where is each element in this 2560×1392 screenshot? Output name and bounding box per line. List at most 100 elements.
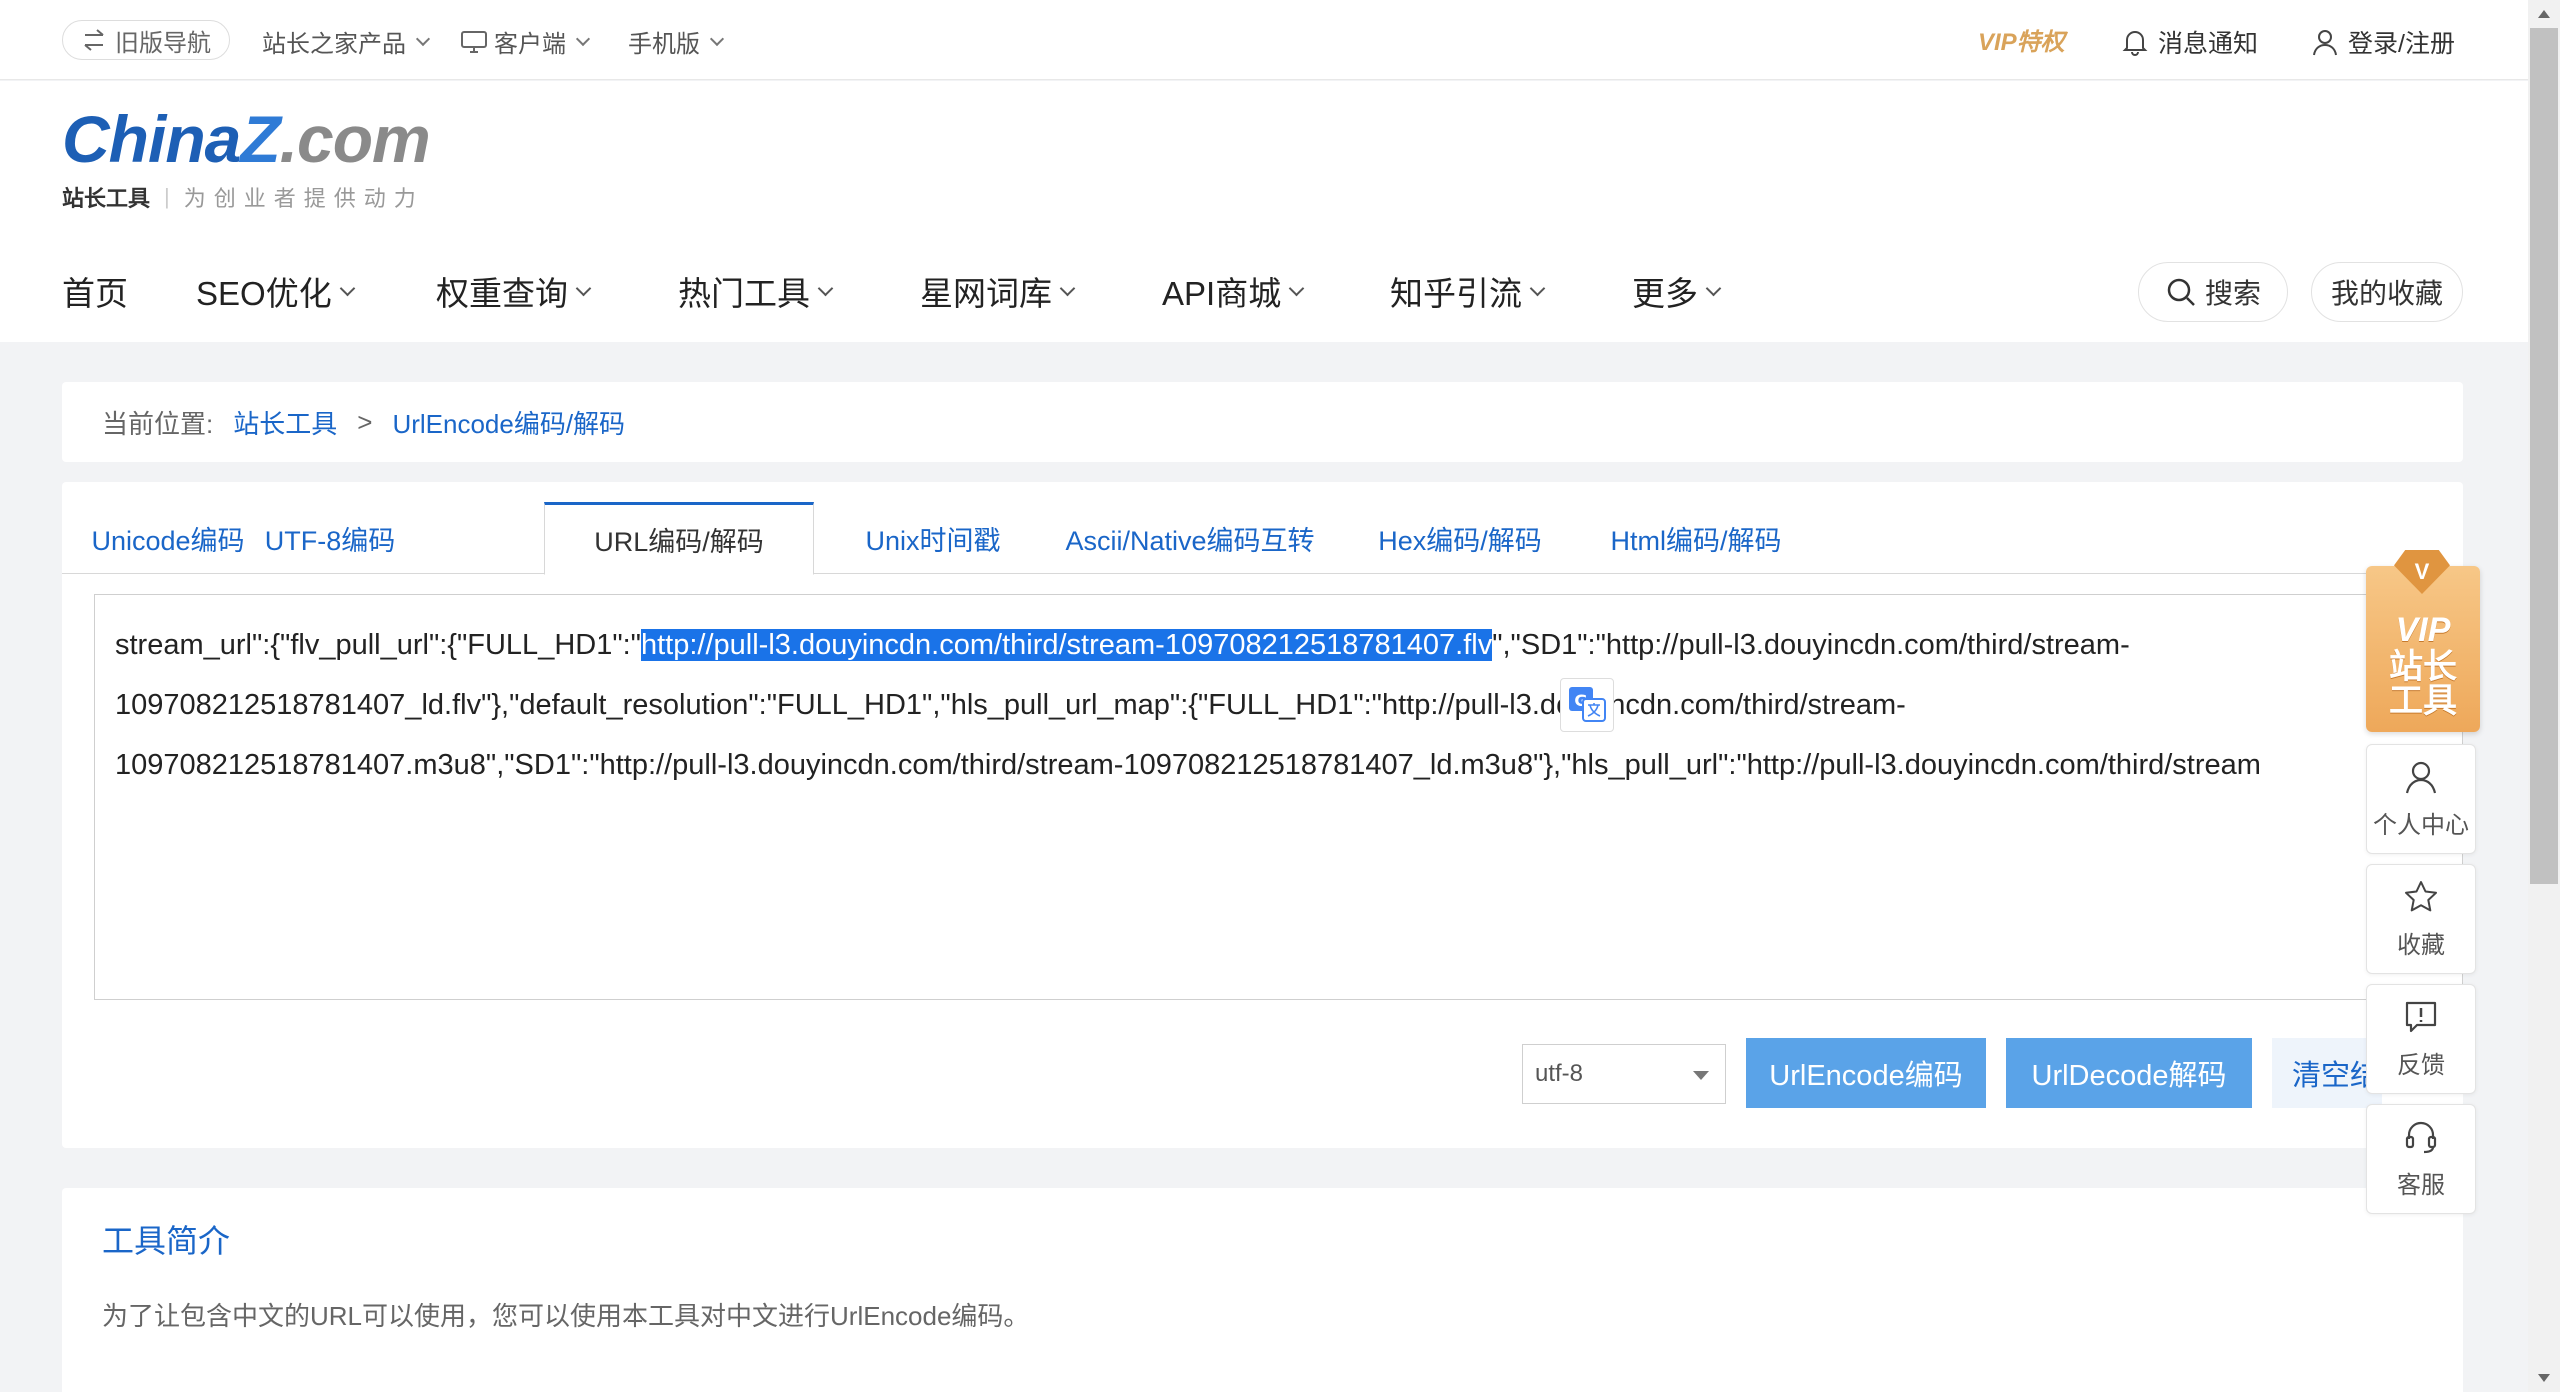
nav-label: 首页 xyxy=(62,275,128,312)
chevron-down-icon xyxy=(575,280,592,296)
chevron-down-icon xyxy=(1529,280,1546,296)
swap-icon xyxy=(84,29,104,51)
nav-item-seo[interactable]: SEO优化 xyxy=(196,267,355,315)
chevron-down-icon xyxy=(575,31,591,46)
chevron-down-icon xyxy=(1288,280,1305,296)
nav-label: 更多 xyxy=(1632,275,1698,312)
selected-text: http://pull-l3.douyincdn.com/third/strea… xyxy=(640,629,1493,661)
products-label: 站长之家产品 xyxy=(262,31,406,58)
nav-item-api[interactable]: API商城 xyxy=(1162,267,1305,315)
star-icon xyxy=(2405,880,2437,911)
side-label: 反馈 xyxy=(2397,1051,2445,1079)
breadcrumb-label: 当前位置: xyxy=(102,408,214,439)
side-customer-service[interactable]: 客服 xyxy=(2366,1104,2476,1214)
nav-label: 权重查询 xyxy=(436,275,568,312)
search-label: 搜索 xyxy=(2204,278,2261,309)
side-label: 客服 xyxy=(2397,1171,2445,1199)
breadcrumb-home-link[interactable]: 站长工具 xyxy=(233,404,337,441)
favorites-label: 我的收藏 xyxy=(2330,278,2443,309)
chevron-down-icon xyxy=(415,31,431,46)
translate-icon[interactable]: G xyxy=(1560,678,1614,732)
vip-float-subtitle: 站长工具 xyxy=(2389,648,2457,720)
tab-html[interactable]: Html编码/解码 xyxy=(1580,502,1812,574)
bell-icon xyxy=(2122,31,2148,56)
tab-ascii-native[interactable]: Ascii/Native编码互转 xyxy=(1040,502,1340,574)
search-icon xyxy=(2167,278,2195,306)
tool-tabs: Unicode编码 UTF-8编码 URL编码/解码 Unix时间戳 Ascii… xyxy=(62,502,2463,575)
notify-label: 消息通知 xyxy=(2158,30,2259,58)
notify-link[interactable]: 消息通知 xyxy=(2122,24,2258,60)
products-menu[interactable]: 站长之家产品 xyxy=(262,24,431,59)
nav-item-home[interactable]: 首页 xyxy=(62,267,128,315)
input-text: stream_url":{"flv_pull_url":{"FULL_HD1":… xyxy=(115,629,641,661)
scroll-up-icon[interactable] xyxy=(2538,10,2550,18)
chevron-down-icon xyxy=(339,280,355,296)
search-button[interactable]: 搜索 xyxy=(2138,262,2288,322)
page-scrollbar[interactable] xyxy=(2528,0,2560,1392)
tab-unix-time[interactable]: Unix时间戳 xyxy=(840,502,1026,574)
client-label: 客户端 xyxy=(494,31,566,58)
breadcrumb-current-link[interactable]: UrlEncode编码/解码 xyxy=(392,404,625,441)
side-feedback[interactable]: 反馈 xyxy=(2366,984,2476,1094)
chevron-down-icon xyxy=(1705,280,1722,296)
login-label: 登录/注册 xyxy=(2348,30,2455,58)
vip-float-title: VIP xyxy=(2395,611,2451,649)
logo-text: China xyxy=(62,102,241,176)
side-favorite[interactable]: 收藏 xyxy=(2366,864,2476,974)
client-menu[interactable]: 客户端 xyxy=(460,24,591,59)
input-line-1: stream_url":{"flv_pull_url":{"FULL_HD1":… xyxy=(115,615,2442,675)
headset-icon xyxy=(2405,1121,2437,1153)
caret-down-icon xyxy=(1693,1071,1709,1080)
charset-select[interactable]: utf-8 xyxy=(1522,1044,1726,1104)
nav-item-weight[interactable]: 权重查询 xyxy=(436,267,592,315)
scroll-down-icon[interactable] xyxy=(2538,1374,2550,1382)
breadcrumb-separator: > xyxy=(357,406,373,437)
user-icon xyxy=(2313,30,2337,56)
user-icon xyxy=(2405,761,2437,793)
urldecode-button[interactable]: UrlDecode解码 xyxy=(2006,1038,2252,1108)
url-input-textarea[interactable]: stream_url":{"flv_pull_url":{"FULL_HD1":… xyxy=(94,594,2463,1000)
nav-label: 星网词库 xyxy=(920,275,1052,312)
chevron-down-icon xyxy=(817,280,834,296)
monitor-icon xyxy=(461,30,487,53)
old-nav-button[interactable]: 旧版导航 xyxy=(62,20,230,60)
nav-item-more[interactable]: 更多 xyxy=(1632,267,1722,315)
nav-item-hot-tools[interactable]: 热门工具 xyxy=(678,267,834,315)
nav-item-keywords[interactable]: 星网词库 xyxy=(920,267,1076,315)
vip-link[interactable]: VIP特权 xyxy=(1978,22,2065,57)
google-translate-icon: G xyxy=(1569,687,1606,722)
chevron-down-icon xyxy=(709,31,725,46)
logo-subtitle: 站长工具 xyxy=(62,186,151,211)
logo-text-com: .com xyxy=(279,102,431,176)
scrollbar-thumb[interactable] xyxy=(2530,28,2558,884)
top-bar: 旧版导航 站长之家产品 客户端 手机版 VIP特权 消息通知 登录/注册 xyxy=(0,0,2528,80)
input-text: ","SD1":"http://pull-l3.douyincdn.com/th… xyxy=(1492,629,2130,661)
side-personal-center[interactable]: 个人中心 xyxy=(2366,744,2476,854)
nav-item-zhihu[interactable]: 知乎引流 xyxy=(1390,267,1546,315)
mobile-menu[interactable]: 手机版 xyxy=(628,24,725,59)
nav-label: API商城 xyxy=(1162,275,1282,312)
tool-intro: 工具简介 为了让包含中文的URL可以使用，您可以使用本工具对中文进行UrlEnc… xyxy=(62,1188,2463,1392)
feedback-icon xyxy=(2405,1001,2437,1032)
header: ChinaZ.com 站长工具 | 为创业者提供动力 首页 SEO优化 权重查询… xyxy=(0,81,2528,342)
nav-label: SEO优化 xyxy=(196,275,332,312)
vip-float-banner[interactable]: V VIP 站长工具 xyxy=(2366,550,2480,732)
input-line-3: 109708212518781407.m3u8","SD1":"http://p… xyxy=(115,749,2261,781)
my-favorites-button[interactable]: 我的收藏 xyxy=(2311,262,2463,322)
nav-label: 热门工具 xyxy=(678,275,810,312)
tab-url-encode[interactable]: URL编码/解码 xyxy=(544,502,814,575)
login-link[interactable]: 登录/注册 xyxy=(2312,24,2455,60)
tab-utf8[interactable]: UTF-8编码 xyxy=(262,502,398,574)
tab-unicode[interactable]: Unicode编码 xyxy=(82,502,254,574)
tab-hex[interactable]: Hex编码/解码 xyxy=(1360,502,1560,574)
logo-text-z: Z xyxy=(240,102,280,176)
logo-slogan: 为创业者提供动力 xyxy=(183,186,424,211)
intro-title: 工具简介 xyxy=(102,1223,231,1259)
intro-text: 为了让包含中文的URL可以使用，您可以使用本工具对中文进行UrlEncode编码… xyxy=(102,1301,1030,1331)
site-logo[interactable]: ChinaZ.com 站长工具 | 为创业者提供动力 xyxy=(62,101,431,213)
charset-value: utf-8 xyxy=(1535,1060,1584,1087)
urlencode-button[interactable]: UrlEncode编码 xyxy=(1746,1038,1986,1108)
mobile-label: 手机版 xyxy=(628,31,700,58)
chevron-down-icon xyxy=(1059,280,1076,296)
side-label: 个人中心 xyxy=(2373,811,2469,839)
